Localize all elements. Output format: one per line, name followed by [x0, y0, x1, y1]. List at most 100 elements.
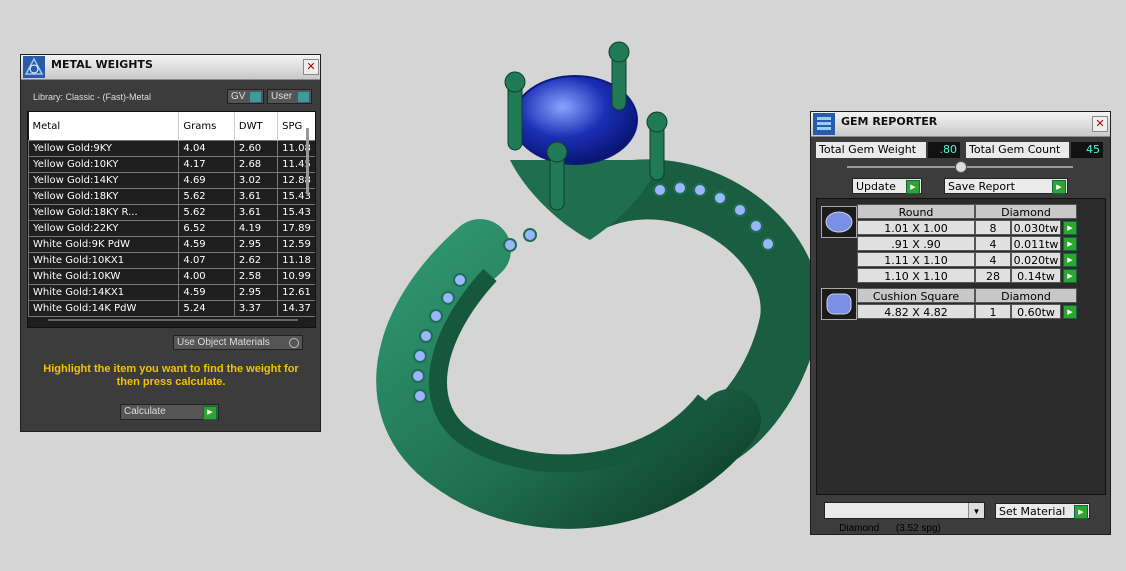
metal-table-container[interactable]: Metal Grams DWT SPG Yellow Gold:9KY 4.04 2.60…: [27, 111, 316, 328]
metal-weights-logo-icon: [23, 56, 45, 78]
user-toggle[interactable]: User: [267, 89, 312, 104]
metal-weights-panel: METAL WEIGHTS ✕ Library: Classic - (Fast…: [20, 54, 321, 432]
play-arrow-icon: ▶: [1074, 505, 1088, 519]
horizontal-scrollbar[interactable]: [48, 319, 298, 321]
play-arrow-icon: ▶: [906, 180, 920, 194]
update-label: Update: [856, 180, 896, 193]
table-cell: 4.00: [178, 268, 235, 285]
table-cell: White Gold:14KX1: [28, 284, 180, 301]
metal-weights-title: METAL WEIGHTS: [51, 58, 153, 71]
table-cell: White Gold:9K PdW: [28, 236, 180, 253]
table-cell: 11.45: [277, 156, 315, 173]
round-count-2: 4: [975, 236, 1011, 251]
total-gem-count-value: 45: [1071, 142, 1103, 158]
table-cell: Yellow Gold:18KY R...: [28, 204, 180, 221]
row-select-arrow-icon[interactable]: ▶: [1063, 305, 1077, 319]
table-cell: 2.95: [233, 284, 279, 301]
library-label: Library: Classic - (Fast)-Metal: [33, 92, 152, 102]
close-icon[interactable]: ✕: [303, 59, 319, 75]
use-object-materials-toggle[interactable]: Use Object Materials: [173, 335, 303, 350]
round-gem-thumbnail-icon: [821, 206, 857, 238]
round-count-3: 4: [975, 252, 1011, 267]
table-cell: 11.08: [277, 140, 315, 157]
user-label: User: [271, 91, 293, 102]
table-cell: 4.07: [178, 252, 235, 269]
table-cell: Yellow Gold:9KY: [28, 140, 180, 157]
calculate-label: Calculate: [124, 406, 166, 417]
table-row[interactable]: White Gold:14KX1 4.59 2.95 12.61: [28, 284, 315, 301]
round-weight-3: 0.020tw: [1011, 252, 1061, 267]
slider-thumb-icon[interactable]: [955, 161, 967, 173]
table-cell: 4.59: [178, 284, 235, 301]
table-cell: 3.02: [233, 172, 279, 189]
round-weight-2: 0.011tw: [1011, 236, 1061, 251]
table-cell: 12.61: [277, 284, 315, 301]
metal-column-header[interactable]: Metal: [28, 112, 180, 141]
table-row[interactable]: Yellow Gold:22KY 6.52 4.19 17.89: [28, 220, 315, 237]
table-cell: 4.19: [233, 220, 279, 237]
table-cell: Yellow Gold:18KY: [28, 188, 180, 205]
table-cell: 5.24: [178, 300, 235, 317]
table-cell: White Gold:10KW: [28, 268, 180, 285]
metal-column-header[interactable]: Grams: [178, 112, 235, 141]
toggle-indicator-icon: [250, 92, 261, 102]
table-row[interactable]: White Gold:10KW 4.00 2.58 10.99: [28, 268, 315, 285]
table-cell: 2.95: [233, 236, 279, 253]
table-cell: 3.61: [233, 204, 279, 221]
gv-label: GV: [231, 91, 246, 102]
gem-reporter-panel: GEM REPORTER ✕ Total Gem Weight .80 Tota…: [810, 111, 1111, 535]
table-row[interactable]: Yellow Gold:9KY 4.04 2.60 11.08: [28, 140, 315, 157]
save-report-button[interactable]: Save Report ▶: [944, 178, 1068, 194]
close-icon[interactable]: ✕: [1092, 116, 1108, 132]
round-material-header: Diamond: [975, 204, 1077, 219]
table-cell: 15.43: [277, 204, 315, 221]
cushion-shape-header: Cushion Square: [857, 288, 975, 303]
ring-band-inner: [429, 268, 713, 473]
total-gem-weight-value: .80: [928, 142, 960, 158]
round-count-1: 8: [975, 220, 1011, 235]
metal-column-header[interactable]: SPG: [277, 112, 315, 141]
gem-reporter-titlebar[interactable]: GEM REPORTER ✕: [811, 112, 1110, 137]
table-row[interactable]: White Gold:9K PdW 4.59 2.95 12.59: [28, 236, 315, 253]
material-select[interactable]: Diamond (3.52 spg) ▼: [824, 502, 985, 534]
set-material-button[interactable]: Set Material ▶: [995, 503, 1090, 519]
gv-toggle[interactable]: GV: [227, 89, 264, 104]
round-weight-4: 0.14tw: [1011, 268, 1061, 283]
cushion-count-1: 1: [975, 304, 1011, 319]
table-cell: 12.88: [277, 172, 315, 189]
table-cell: 2.68: [233, 156, 279, 173]
ring-3d-viewport[interactable]: [360, 40, 810, 530]
table-cell: 2.60: [233, 140, 279, 157]
table-cell: 12.59: [277, 236, 315, 253]
table-row[interactable]: Yellow Gold:18KY 5.62 3.61 15.43: [28, 188, 315, 205]
row-select-arrow-icon[interactable]: ▶: [1063, 237, 1077, 251]
play-arrow-icon: ▶: [203, 406, 217, 420]
update-button[interactable]: Update ▶: [852, 178, 922, 194]
table-cell: 15.43: [277, 188, 315, 205]
table-row[interactable]: Yellow Gold:14KY 4.69 3.02 12.88: [28, 172, 315, 189]
vertical-scrollbar[interactable]: [306, 128, 309, 194]
zoom-slider[interactable]: [847, 161, 1073, 173]
table-row[interactable]: White Gold:10KX1 4.07 2.62 11.18: [28, 252, 315, 269]
table-row[interactable]: White Gold:14K PdW 5.24 3.37 14.37: [28, 300, 315, 317]
total-gem-count-label: Total Gem Count: [966, 142, 1069, 158]
use-object-materials-label: Use Object Materials: [177, 337, 270, 348]
gem-reporter-logo-icon: [813, 113, 835, 135]
row-select-arrow-icon[interactable]: ▶: [1063, 221, 1077, 235]
play-arrow-icon: ▶: [1052, 180, 1066, 194]
round-size-4: 1.10 X 1.10: [857, 268, 975, 283]
table-cell: 4.69: [178, 172, 235, 189]
table-cell: 2.62: [233, 252, 279, 269]
row-select-arrow-icon[interactable]: ▶: [1063, 269, 1077, 283]
table-row[interactable]: Yellow Gold:18KY R... 5.62 3.61 15.43: [28, 204, 315, 221]
save-report-label: Save Report: [948, 180, 1015, 193]
calculate-button[interactable]: Calculate ▶: [120, 404, 219, 420]
metal-column-header[interactable]: DWT: [234, 112, 279, 141]
round-size-2: .91 X .90: [857, 236, 975, 251]
table-cell: 17.89: [277, 220, 315, 237]
instruction-text: Highlight the item you want to find the …: [43, 363, 299, 388]
chevron-down-icon[interactable]: ▼: [968, 503, 984, 518]
row-select-arrow-icon[interactable]: ▶: [1063, 253, 1077, 267]
metal-weights-titlebar[interactable]: METAL WEIGHTS ✕: [21, 55, 320, 80]
table-row[interactable]: Yellow Gold:10KY 4.17 2.68 11.45: [28, 156, 315, 173]
